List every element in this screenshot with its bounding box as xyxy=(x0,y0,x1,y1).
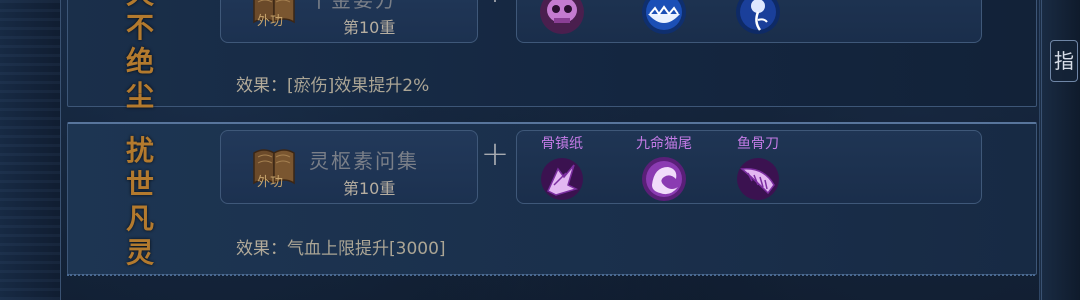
book-name: 千金要方 xyxy=(309,0,397,12)
bone-paperweight-icon xyxy=(538,155,586,203)
set-item-3[interactable] xyxy=(713,0,803,36)
right-decorative-border: 指 xyxy=(1039,0,1080,300)
flower-orb-icon xyxy=(734,0,782,36)
set-title-char: 不 xyxy=(125,11,154,44)
item-set-card xyxy=(516,0,982,43)
item-label: 九命猫尾 xyxy=(636,136,692,152)
effect-prefix: 效果： xyxy=(236,239,287,259)
set-section-1: 天 不 绝 尘 外功 千金要方 第10重 + xyxy=(67,0,1037,112)
skull-orb-icon xyxy=(538,0,586,36)
plus-icon: + xyxy=(480,134,510,174)
book-type-label: 外功 xyxy=(257,14,284,29)
skill-book-card[interactable]: 外功 灵枢素问集 第10重 xyxy=(220,130,478,204)
set-title-vertical-2: 扰 世 凡 灵 xyxy=(120,134,160,270)
set-title-char: 扰 xyxy=(125,134,154,167)
cracked-egg-orb-icon xyxy=(640,0,688,36)
skill-book-card[interactable]: 外功 千金要方 第10重 xyxy=(220,0,478,43)
set-effect-text: 效果：[瘀伤]效果提升2% xyxy=(236,71,429,96)
left-decorative-border xyxy=(0,0,61,300)
set-title-char: 天 xyxy=(120,0,160,11)
set-item-3[interactable]: 鱼骨刀 xyxy=(713,135,803,203)
item-set-card: 骨镇纸 九命猫尾 鱼骨刀 xyxy=(516,130,982,204)
set-effect-text: 效果：气血上限提升[3000] xyxy=(236,234,446,259)
set-title-char: 灵 xyxy=(125,236,154,269)
fishbone-blade-icon xyxy=(734,155,782,203)
book-type-label: 外功 xyxy=(257,175,284,190)
set-title-char: 凡 xyxy=(125,202,154,235)
side-tab-glyph[interactable]: 指 xyxy=(1050,40,1078,82)
set-item-1[interactable]: 骨镇纸 xyxy=(517,135,607,203)
set-title-char: 尘 xyxy=(125,79,154,112)
effect-value: 气血上限提升[3000] xyxy=(287,239,446,259)
divider xyxy=(67,274,1035,276)
effect-prefix: 效果： xyxy=(236,76,287,96)
set-item-1[interactable] xyxy=(517,0,607,36)
set-list-panel: 天 不 绝 尘 外功 千金要方 第10重 + xyxy=(60,0,1042,300)
book-name: 灵枢素问集 xyxy=(309,149,419,173)
set-title-vertical-1: 天 不 绝 尘 xyxy=(120,0,160,113)
cat-tail-icon xyxy=(640,155,688,203)
plus-icon: + xyxy=(480,0,510,11)
book-level: 第10重 xyxy=(343,18,396,37)
set-title-char: 绝 xyxy=(125,45,154,78)
set-section-2: 扰 世 凡 灵 外功 灵枢素问集 第10重 + 骨镇纸 九命猫尾 鱼骨刀 效果：… xyxy=(67,122,1037,275)
set-item-2[interactable] xyxy=(619,0,709,36)
set-title-char: 世 xyxy=(125,168,154,201)
set-item-2[interactable]: 九命猫尾 xyxy=(619,135,709,203)
item-label: 骨镇纸 xyxy=(541,136,583,152)
item-label: 鱼骨刀 xyxy=(737,136,779,152)
book-level: 第10重 xyxy=(343,179,396,198)
effect-value: [瘀伤]效果提升2% xyxy=(287,76,430,96)
